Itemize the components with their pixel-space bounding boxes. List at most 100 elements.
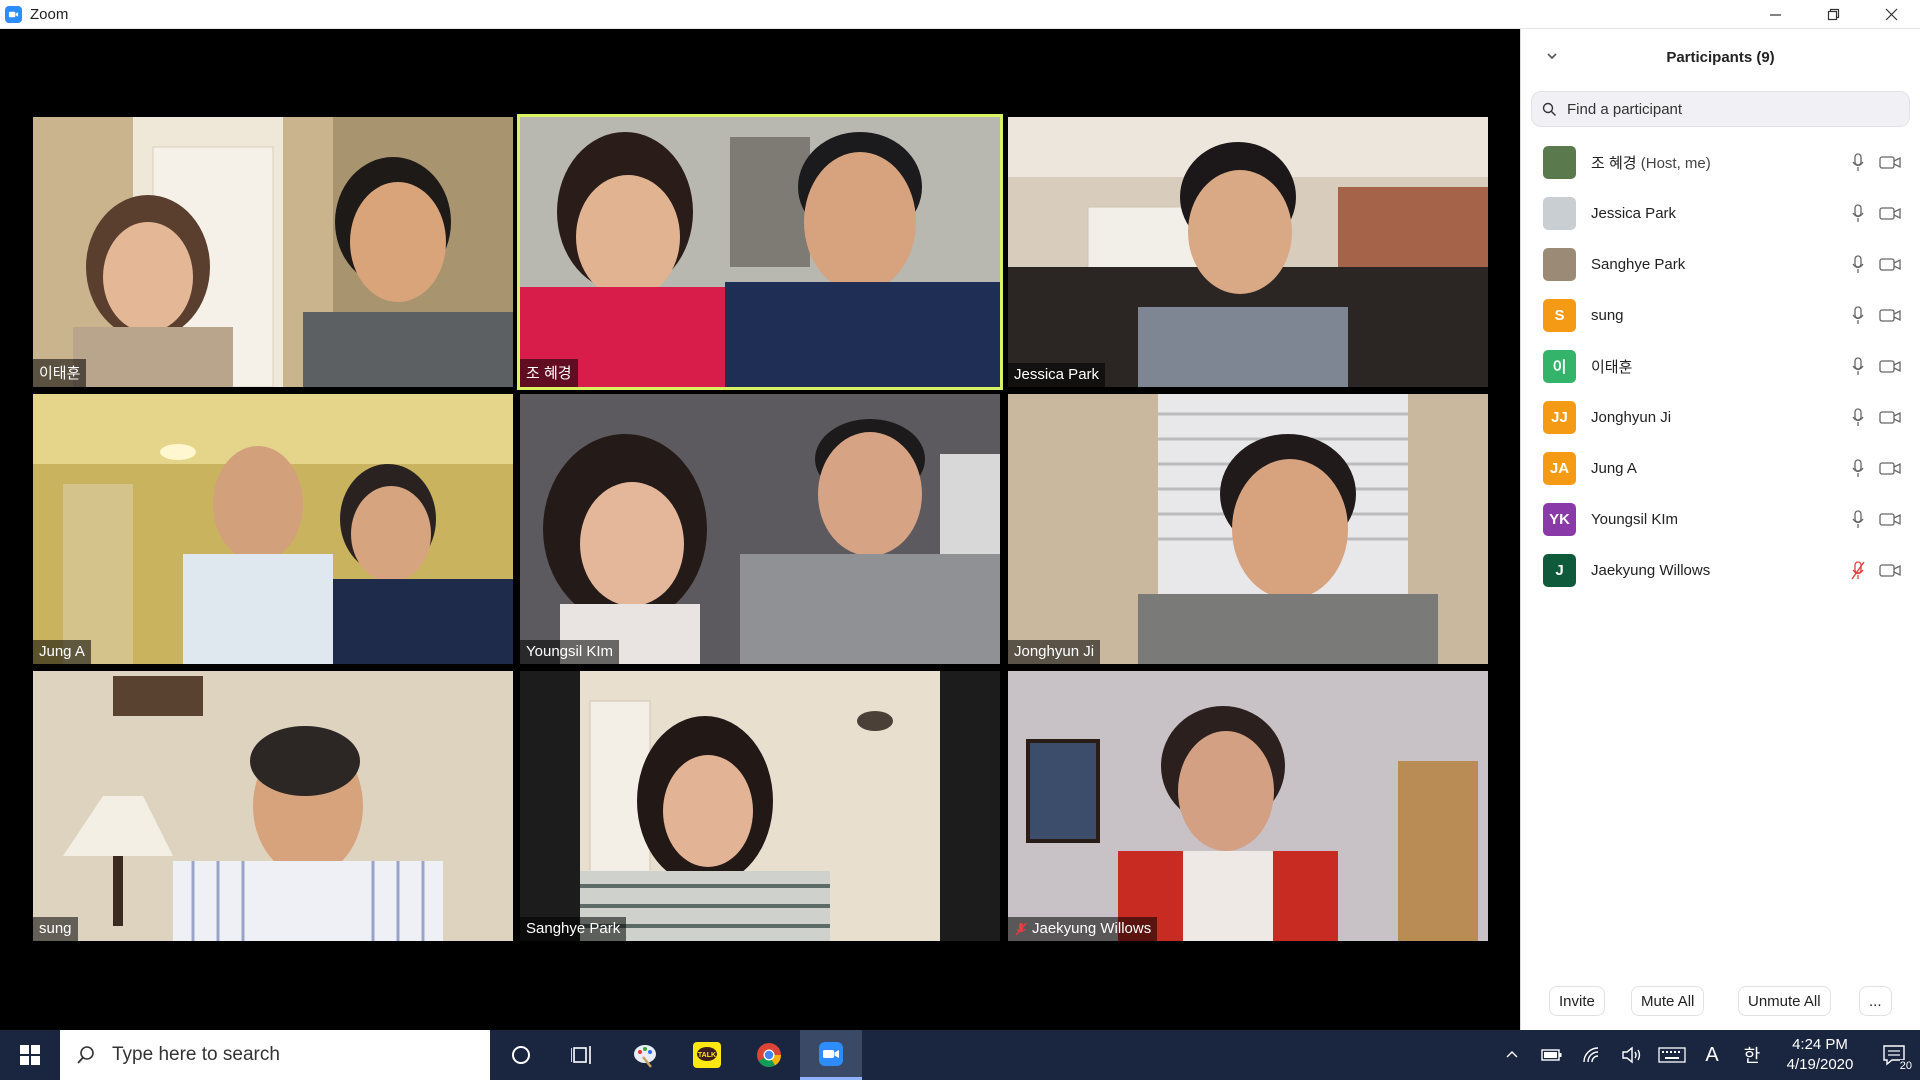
camera-icon[interactable]: [1879, 461, 1901, 476]
participants-panel: Participants (9) 조 혜경 (Host, me) Jessica …: [1520, 29, 1920, 1030]
participant-name: 이태훈: [1591, 356, 1632, 377]
more-options-button[interactable]: ...: [1859, 986, 1892, 1016]
video-tile[interactable]: Jaekyung Willows: [1008, 671, 1488, 941]
camera-icon[interactable]: [1879, 563, 1901, 578]
mic-icon[interactable]: [1851, 255, 1865, 274]
windows-logo-icon: [20, 1045, 40, 1065]
camera-icon[interactable]: [1879, 155, 1901, 170]
video-feed: [520, 671, 1000, 941]
participant-row[interactable]: JJ Jonghyun Ji: [1521, 392, 1920, 443]
minimize-button[interactable]: [1746, 0, 1804, 29]
taskbar-search-box[interactable]: Type here to search: [60, 1030, 490, 1080]
network-button[interactable]: [1572, 1030, 1612, 1080]
participant-name-text: Jonghyun Ji: [1591, 409, 1672, 426]
participant-name-tag: 이태훈: [33, 359, 87, 387]
kakaotalk-button[interactable]: TALK: [676, 1030, 738, 1080]
camera-icon[interactable]: [1879, 512, 1901, 527]
participant-row[interactable]: J Jaekyung Willows: [1521, 545, 1920, 596]
clock-time: 4:24 PM: [1792, 1036, 1848, 1053]
participant-row[interactable]: Jessica Park: [1521, 188, 1920, 239]
volume-button[interactable]: [1612, 1030, 1652, 1080]
minimize-icon: [1769, 14, 1781, 16]
search-icon: [77, 1046, 94, 1064]
mic-icon[interactable]: [1851, 153, 1865, 172]
participant-name-tag: Jaekyung Willows: [1008, 917, 1158, 941]
video-tile-active-speaker[interactable]: 조 혜경: [517, 114, 1003, 390]
participant-row[interactable]: Sanghye Park: [1521, 239, 1920, 290]
kakaotalk-icon: TALK: [693, 1042, 721, 1068]
participant-name-tag: 조 혜경: [520, 359, 578, 387]
video-feed: [33, 394, 513, 664]
mic-icon[interactable]: [1851, 459, 1865, 478]
participant-row[interactable]: JA Jung A: [1521, 443, 1920, 494]
mic-icon[interactable]: [1851, 357, 1865, 376]
video-tile[interactable]: Jung A: [33, 394, 513, 664]
video-tile[interactable]: Jessica Park: [1008, 117, 1488, 387]
participant-row[interactable]: Ssung: [1521, 290, 1920, 341]
camera-icon[interactable]: [1879, 308, 1901, 323]
video-feed: [1008, 394, 1488, 664]
camera-icon[interactable]: [1879, 206, 1901, 221]
task-view-button[interactable]: [552, 1030, 614, 1080]
mic-icon[interactable]: [1851, 204, 1865, 223]
participant-name-text: Jung A: [1591, 460, 1637, 477]
paint-icon: [634, 1045, 656, 1068]
restore-icon: [1827, 8, 1839, 21]
input-language-indicator[interactable]: 한: [1732, 1030, 1772, 1080]
mute-all-button[interactable]: Mute All: [1631, 986, 1705, 1016]
close-icon: [1885, 8, 1897, 21]
battery-button[interactable]: [1532, 1030, 1572, 1080]
camera-icon[interactable]: [1879, 410, 1901, 425]
video-tile[interactable]: Jonghyun Ji: [1008, 394, 1488, 664]
participant-name: Jonghyun Ji: [1591, 409, 1671, 426]
participant-search[interactable]: [1531, 91, 1910, 127]
start-button[interactable]: [0, 1030, 60, 1080]
paint-app-button[interactable]: [614, 1030, 676, 1080]
muted-mic-icon[interactable]: [1851, 561, 1865, 580]
windows-taskbar: Type here to search TALK A 한 4:24 PM 4/1…: [0, 1030, 1920, 1080]
participant-search-input[interactable]: [1565, 99, 1865, 119]
touch-keyboard-button[interactable]: [1652, 1030, 1692, 1080]
video-tile[interactable]: Youngsil KIm: [520, 394, 1000, 664]
video-feed: [520, 117, 1000, 387]
video-tile[interactable]: 이태훈: [33, 117, 513, 387]
keyboard-icon: [1658, 1047, 1686, 1063]
chrome-button[interactable]: [738, 1030, 800, 1080]
action-center-button[interactable]: 20: [1868, 1030, 1920, 1080]
input-mode-indicator[interactable]: A: [1692, 1030, 1732, 1080]
camera-icon[interactable]: [1879, 257, 1901, 272]
wifi-icon: [1583, 1047, 1599, 1063]
unmute-all-button[interactable]: Unmute All: [1738, 986, 1831, 1016]
video-feed: [1008, 671, 1488, 941]
avatar: 이: [1543, 350, 1576, 383]
mic-icon[interactable]: [1851, 510, 1865, 529]
cortana-button[interactable]: [490, 1030, 552, 1080]
participant-row[interactable]: YK Youngsil KIm: [1521, 494, 1920, 545]
camera-icon[interactable]: [1879, 359, 1901, 374]
participant-name: sung: [1591, 307, 1624, 324]
video-tile[interactable]: Sanghye Park: [520, 671, 1000, 941]
participant-row[interactable]: 조 혜경 (Host, me): [1521, 137, 1920, 188]
mic-icon[interactable]: [1851, 408, 1865, 427]
avatar: S: [1543, 299, 1576, 332]
muted-mic-icon: [1014, 922, 1028, 936]
video-feed: [520, 394, 1000, 664]
participant-row[interactable]: 이 이태훈: [1521, 341, 1920, 392]
participant-name: Sanghye Park: [1591, 256, 1685, 273]
invite-button[interactable]: Invite: [1549, 986, 1605, 1016]
mic-icon[interactable]: [1851, 306, 1865, 325]
video-feed: [33, 117, 513, 387]
participant-name-text: Jaekyung Willows: [1591, 562, 1711, 579]
avatar: YK: [1543, 503, 1576, 536]
close-button[interactable]: [1862, 0, 1920, 29]
chrome-icon: [757, 1043, 781, 1068]
chevron-down-icon[interactable]: [1545, 49, 1559, 63]
clock-date: 4/19/2020: [1786, 1056, 1854, 1073]
taskbar-clock[interactable]: 4:24 PM 4/19/2020: [1772, 1035, 1868, 1075]
video-tile[interactable]: sung: [33, 671, 513, 941]
restore-button[interactable]: [1804, 0, 1862, 29]
show-hidden-icons-button[interactable]: [1492, 1030, 1532, 1080]
participant-name-text: Jessica Park: [1591, 205, 1677, 222]
zoom-taskbar-button[interactable]: [800, 1030, 862, 1080]
participants-header: Participants (9): [1521, 29, 1920, 85]
